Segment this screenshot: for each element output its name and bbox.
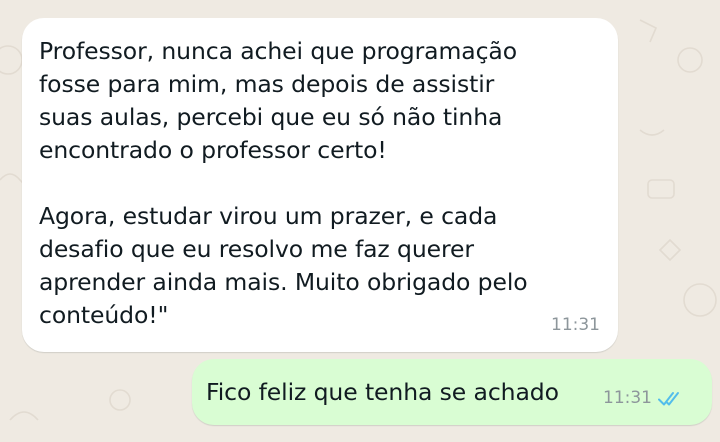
message-text: Professor, nunca achei que programação f… xyxy=(39,37,528,329)
message-meta: 11:31 xyxy=(551,309,600,342)
outgoing-message-bubble[interactable]: Fico feliz que tenha se achado 11:31 xyxy=(192,359,712,425)
message-timestamp: 11:31 xyxy=(551,315,600,335)
incoming-message-bubble[interactable]: Professor, nunca achei que programação f… xyxy=(22,18,618,352)
message-meta: 11:31 xyxy=(603,382,684,415)
message-timestamp: 11:31 xyxy=(603,388,652,408)
double-check-icon xyxy=(658,391,684,407)
